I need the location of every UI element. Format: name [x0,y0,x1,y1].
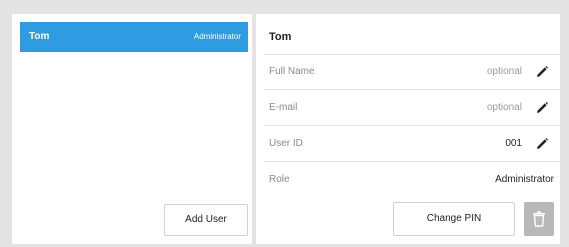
field-value: optional [486,66,522,77]
user-role: Administrator [193,32,241,41]
field-role: Role Administrator [264,162,560,198]
field-user-id: User ID 001 [264,126,560,162]
pencil-icon[interactable] [534,136,550,152]
field-email: E-mail optional [264,90,560,126]
field-label: Role [269,174,290,185]
field-label: User ID [269,138,303,149]
delete-user-button[interactable] [524,202,554,236]
pencil-icon[interactable] [534,64,550,80]
user-name: Tom [29,31,50,42]
field-label: Full Name [269,66,315,77]
add-user-button[interactable]: Add User [164,204,248,236]
field-value: 001 [505,138,522,149]
user-list-item-tom[interactable]: Tom Administrator [20,22,248,52]
field-label: E-mail [269,102,298,113]
user-detail-panel: Tom Full Name optional E-mail optional U… [256,14,560,244]
user-detail-title: Tom [269,31,292,43]
trash-icon [533,211,545,227]
field-value: optional [486,102,522,113]
user-list-panel: Tom Administrator Add User [12,14,252,244]
field-full-name: Full Name optional [264,54,560,90]
change-pin-button[interactable]: Change PIN [393,202,515,236]
field-value: Administrator [495,174,554,185]
pencil-icon[interactable] [534,100,550,116]
